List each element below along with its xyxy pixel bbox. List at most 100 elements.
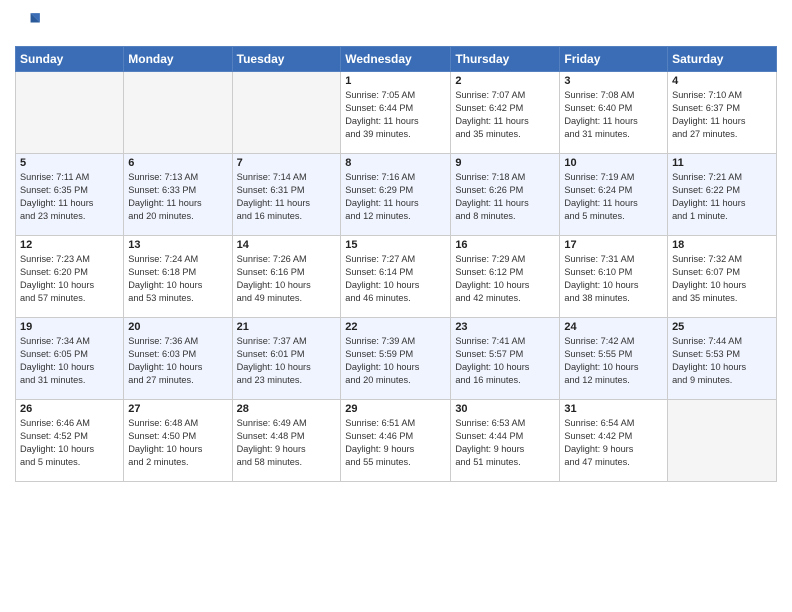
day-info: Sunrise: 7:24 AM Sunset: 6:18 PM Dayligh… [128,253,227,305]
day-info: Sunrise: 7:11 AM Sunset: 6:35 PM Dayligh… [20,171,119,223]
day-info: Sunrise: 7:18 AM Sunset: 6:26 PM Dayligh… [455,171,555,223]
day-number: 27 [128,403,227,415]
calendar-cell: 30 Sunrise: 6:53 AM Sunset: 4:44 PM Dayli… [451,400,560,482]
calendar-week-row: 5 Sunrise: 7:11 AM Sunset: 6:35 PM Daylig… [16,154,777,236]
day-info: Sunrise: 7:08 AM Sunset: 6:40 PM Dayligh… [564,89,663,141]
calendar-table: SundayMondayTuesdayWednesdayThursdayFrid… [15,46,777,482]
calendar-cell: 17 Sunrise: 7:31 AM Sunset: 6:10 PM Dayli… [560,236,668,318]
calendar-week-row: 1Sunrise: 7:05 AM Sunset: 6:44 PM Daylig… [16,72,777,154]
day-number: 19 [20,321,119,333]
day-info: Sunrise: 6:54 AM Sunset: 4:42 PM Dayligh… [564,417,663,469]
calendar-cell: 1Sunrise: 7:05 AM Sunset: 6:44 PM Daylig… [341,72,451,154]
day-info: Sunrise: 7:36 AM Sunset: 6:03 PM Dayligh… [128,335,227,387]
calendar-cell: 11Sunrise: 7:21 AM Sunset: 6:22 PM Dayli… [668,154,777,236]
calendar-cell: 14Sunrise: 7:26 AM Sunset: 6:16 PM Dayli… [232,236,341,318]
day-number: 10 [564,157,663,169]
day-info: Sunrise: 7:31 AM Sunset: 6:10 PM Dayligh… [564,253,663,305]
calendar-cell: 6Sunrise: 7:13 AM Sunset: 6:33 PM Daylig… [124,154,232,236]
calendar-cell [16,72,124,154]
calendar-cell: 15 Sunrise: 7:27 AM Sunset: 6:14 PM Dayli… [341,236,451,318]
weekday-header-row: SundayMondayTuesdayWednesdayThursdayFrid… [16,47,777,72]
day-info: Sunrise: 7:42 AM Sunset: 5:55 PM Dayligh… [564,335,663,387]
calendar-cell [232,72,341,154]
day-info: Sunrise: 7:44 AM Sunset: 5:53 PM Dayligh… [672,335,772,387]
day-info: Sunrise: 7:23 AM Sunset: 6:20 PM Dayligh… [20,253,119,305]
day-info: Sunrise: 7:26 AM Sunset: 6:16 PM Dayligh… [237,253,337,305]
day-info: Sunrise: 6:49 AM Sunset: 4:48 PM Dayligh… [237,417,337,469]
day-number: 22 [345,321,446,333]
calendar-cell: 3 Sunrise: 7:08 AM Sunset: 6:40 PM Daylig… [560,72,668,154]
calendar-week-row: 19 Sunrise: 7:34 AM Sunset: 6:05 PM Dayli… [16,318,777,400]
day-number: 30 [455,403,555,415]
day-info: Sunrise: 7:27 AM Sunset: 6:14 PM Dayligh… [345,253,446,305]
weekday-header-sunday: Sunday [16,47,124,72]
calendar-cell: 5 Sunrise: 7:11 AM Sunset: 6:35 PM Daylig… [16,154,124,236]
day-number: 26 [20,403,119,415]
day-number: 31 [564,403,663,415]
day-number: 24 [564,321,663,333]
day-number: 5 [20,157,119,169]
calendar-cell: 9 Sunrise: 7:18 AM Sunset: 6:26 PM Daylig… [451,154,560,236]
calendar-cell: 21 Sunrise: 7:37 AM Sunset: 6:01 PM Dayli… [232,318,341,400]
calendar-cell: 12 Sunrise: 7:23 AM Sunset: 6:20 PM Dayli… [16,236,124,318]
day-info: Sunrise: 6:46 AM Sunset: 4:52 PM Dayligh… [20,417,119,469]
day-info: Sunrise: 6:53 AM Sunset: 4:44 PM Dayligh… [455,417,555,469]
weekday-header-thursday: Thursday [451,47,560,72]
day-number: 8 [345,157,446,169]
calendar-cell: 26 Sunrise: 6:46 AM Sunset: 4:52 PM Dayli… [16,400,124,482]
weekday-header-tuesday: Tuesday [232,47,341,72]
calendar-cell: 19 Sunrise: 7:34 AM Sunset: 6:05 PM Dayli… [16,318,124,400]
calendar-cell: 27Sunrise: 6:48 AM Sunset: 4:50 PM Dayli… [124,400,232,482]
day-info: Sunrise: 7:32 AM Sunset: 6:07 PM Dayligh… [672,253,772,305]
logo [15,10,47,38]
calendar-cell: 7 Sunrise: 7:14 AM Sunset: 6:31 PM Daylig… [232,154,341,236]
calendar-cell: 4 Sunrise: 7:10 AM Sunset: 6:37 PM Daylig… [668,72,777,154]
day-number: 11 [672,157,772,169]
calendar-week-row: 26 Sunrise: 6:46 AM Sunset: 4:52 PM Dayli… [16,400,777,482]
logo-icon [15,10,43,38]
calendar-cell: 20Sunrise: 7:36 AM Sunset: 6:03 PM Dayli… [124,318,232,400]
weekday-header-friday: Friday [560,47,668,72]
day-number: 3 [564,75,663,87]
day-number: 23 [455,321,555,333]
day-number: 4 [672,75,772,87]
day-info: Sunrise: 7:14 AM Sunset: 6:31 PM Dayligh… [237,171,337,223]
day-number: 1 [345,75,446,87]
day-number: 2 [455,75,555,87]
calendar-cell: 29Sunrise: 6:51 AM Sunset: 4:46 PM Dayli… [341,400,451,482]
weekday-header-saturday: Saturday [668,47,777,72]
day-info: Sunrise: 7:39 AM Sunset: 5:59 PM Dayligh… [345,335,446,387]
calendar-cell: 31 Sunrise: 6:54 AM Sunset: 4:42 PM Dayli… [560,400,668,482]
day-number: 28 [237,403,337,415]
calendar-cell: 18 Sunrise: 7:32 AM Sunset: 6:07 PM Dayli… [668,236,777,318]
day-number: 9 [455,157,555,169]
day-number: 25 [672,321,772,333]
calendar-cell: 24 Sunrise: 7:42 AM Sunset: 5:55 PM Dayli… [560,318,668,400]
calendar-cell: 10Sunrise: 7:19 AM Sunset: 6:24 PM Dayli… [560,154,668,236]
day-info: Sunrise: 7:13 AM Sunset: 6:33 PM Dayligh… [128,171,227,223]
day-info: Sunrise: 7:41 AM Sunset: 5:57 PM Dayligh… [455,335,555,387]
calendar-week-row: 12 Sunrise: 7:23 AM Sunset: 6:20 PM Dayli… [16,236,777,318]
day-number: 16 [455,239,555,251]
page: SundayMondayTuesdayWednesdayThursdayFrid… [0,0,792,612]
day-number: 18 [672,239,772,251]
day-number: 15 [345,239,446,251]
day-info: Sunrise: 7:34 AM Sunset: 6:05 PM Dayligh… [20,335,119,387]
day-number: 12 [20,239,119,251]
weekday-header-monday: Monday [124,47,232,72]
day-info: Sunrise: 7:16 AM Sunset: 6:29 PM Dayligh… [345,171,446,223]
day-info: Sunrise: 7:37 AM Sunset: 6:01 PM Dayligh… [237,335,337,387]
calendar-cell: 16 Sunrise: 7:29 AM Sunset: 6:12 PM Dayli… [451,236,560,318]
calendar-cell [668,400,777,482]
day-number: 7 [237,157,337,169]
day-number: 17 [564,239,663,251]
calendar-cell [124,72,232,154]
day-info: Sunrise: 7:29 AM Sunset: 6:12 PM Dayligh… [455,253,555,305]
calendar-cell: 28 Sunrise: 6:49 AM Sunset: 4:48 PM Dayli… [232,400,341,482]
day-number: 21 [237,321,337,333]
day-info: Sunrise: 7:10 AM Sunset: 6:37 PM Dayligh… [672,89,772,141]
calendar-cell: 23 Sunrise: 7:41 AM Sunset: 5:57 PM Dayli… [451,318,560,400]
day-number: 29 [345,403,446,415]
day-number: 13 [128,239,227,251]
calendar-cell: 2Sunrise: 7:07 AM Sunset: 6:42 PM Daylig… [451,72,560,154]
